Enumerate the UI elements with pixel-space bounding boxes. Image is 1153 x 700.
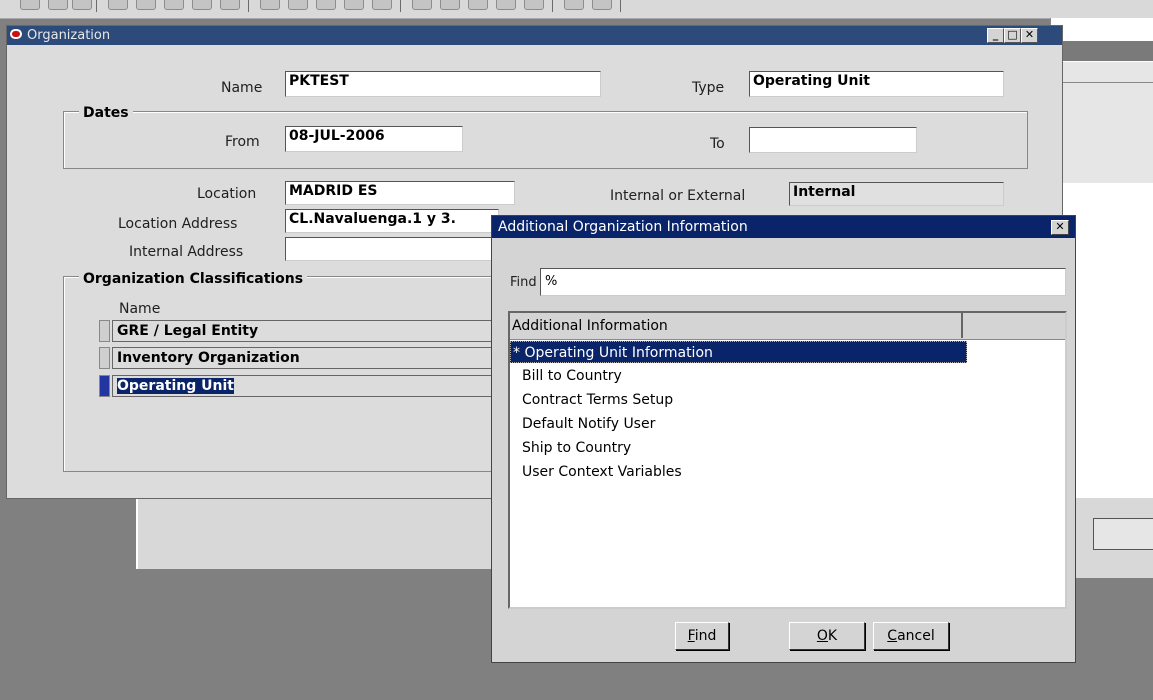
classification-name-header: Name [119, 301, 161, 317]
location-address-field[interactable]: CL.Navaluenga.1 y 3. [285, 209, 499, 233]
classification-value: GRE / Legal Entity [117, 323, 259, 339]
toolbar-separator [96, 0, 97, 12]
row-indicator-selected[interactable] [99, 375, 110, 397]
toolbar-button[interactable] [20, 0, 40, 10]
classification-value: Inventory Organization [117, 350, 300, 366]
toolbar-separator [620, 0, 621, 12]
toolbar-button[interactable] [344, 0, 364, 10]
background-window-region [1051, 83, 1153, 183]
minimize-icon[interactable]: _ [987, 28, 1004, 43]
toolbar-button[interactable] [136, 0, 156, 10]
location-address-label: Location Address [118, 216, 238, 232]
toolbar-button[interactable] [524, 0, 544, 10]
additional-org-info-dialog: Additional Organization Information ✕ Fi… [491, 215, 1076, 663]
toolbar-button[interactable] [592, 0, 612, 10]
internal-external-field[interactable]: Internal [789, 182, 1004, 206]
cancel-button[interactable]: Cancel [873, 622, 949, 650]
background-window-button[interactable] [1093, 518, 1153, 550]
classification-row[interactable]: Inventory Organization [112, 347, 502, 369]
dialog-title: Additional Organization Information [498, 219, 748, 235]
toolbar-button[interactable] [260, 0, 280, 10]
internal-address-label: Internal Address [129, 244, 244, 260]
from-date-field[interactable]: 08-JUL-2006 [285, 126, 463, 152]
toolbar-button[interactable] [72, 0, 92, 10]
additional-information-list[interactable]: Additional Information * Operating Unit … [508, 311, 1067, 609]
list-item[interactable]: User Context Variables [510, 461, 967, 483]
internal-address-field[interactable] [285, 237, 499, 261]
toolbar-button[interactable] [164, 0, 184, 10]
organization-classifications-title: Organization Classifications [79, 271, 308, 287]
to-date-field[interactable] [749, 127, 917, 153]
type-label: Type [692, 80, 725, 96]
ok-button-mnemonic: O [816, 628, 828, 644]
list-item[interactable]: Bill to Country [510, 365, 967, 387]
dates-group-title: Dates [79, 105, 133, 121]
classification-value: Operating Unit [117, 378, 234, 394]
name-field[interactable]: PKTEST [285, 71, 601, 97]
from-label: From [225, 134, 260, 150]
find-input[interactable]: % [540, 268, 1066, 296]
cancel-button-mnemonic: C [887, 628, 898, 644]
row-indicator[interactable] [99, 347, 110, 369]
type-field[interactable]: Operating Unit [749, 71, 1004, 97]
close-icon[interactable]: ✕ [1021, 28, 1038, 43]
classification-row[interactable]: GRE / Legal Entity [112, 320, 502, 342]
toolbar-button[interactable] [412, 0, 432, 10]
list-item-selected[interactable]: * Operating Unit Information [510, 341, 967, 363]
cancel-button-label: ancel [897, 628, 935, 644]
toolbar-button[interactable] [564, 0, 584, 10]
find-button-mnemonic: F [687, 628, 695, 644]
ok-button[interactable]: OK [789, 622, 865, 650]
find-button-label: ind [694, 628, 717, 644]
toolbar-separator [552, 0, 553, 12]
list-item[interactable]: Contract Terms Setup [510, 389, 967, 411]
close-icon[interactable]: ✕ [1051, 220, 1069, 235]
toolbar-button[interactable] [192, 0, 212, 10]
toolbar-button[interactable] [440, 0, 460, 10]
find-label: Find [510, 275, 537, 290]
location-field[interactable]: MADRID ES [285, 181, 515, 205]
classification-row-selected[interactable]: Operating Unit [112, 375, 502, 397]
ok-button-label: K [827, 628, 838, 644]
to-label: To [710, 136, 725, 152]
background-window-region [1051, 62, 1153, 83]
name-label: Name [221, 80, 263, 96]
maximize-icon[interactable]: □ [1004, 28, 1021, 43]
location-label: Location [197, 186, 257, 202]
toolbar-button[interactable] [468, 0, 488, 10]
toolbar-button[interactable] [496, 0, 516, 10]
organization-window-title: Organization [27, 28, 111, 43]
background-window-bar [1051, 41, 1153, 61]
toolbar-separator [248, 0, 249, 12]
toolbar-button[interactable] [108, 0, 128, 10]
organization-window-titlebar[interactable]: Organization _ □ ✕ [7, 26, 1062, 45]
list-header: Additional Information [510, 313, 1065, 340]
toolbar-button[interactable] [372, 0, 392, 10]
toolbar-separator [400, 0, 401, 12]
toolbar [0, 0, 1153, 19]
dialog-titlebar[interactable]: Additional Organization Information ✕ [492, 216, 1075, 238]
toolbar-button[interactable] [316, 0, 336, 10]
toolbar-button[interactable] [220, 0, 240, 10]
oracle-logo-icon [10, 29, 22, 39]
toolbar-button[interactable] [48, 0, 68, 10]
list-header-additional-information[interactable]: Additional Information [510, 313, 963, 338]
toolbar-button[interactable] [288, 0, 308, 10]
internal-external-label: Internal or External [610, 188, 746, 204]
list-item[interactable]: Default Notify User [510, 413, 967, 435]
list-item[interactable]: Ship to Country [510, 437, 967, 459]
find-button[interactable]: Find [675, 622, 729, 650]
row-indicator[interactable] [99, 320, 110, 342]
